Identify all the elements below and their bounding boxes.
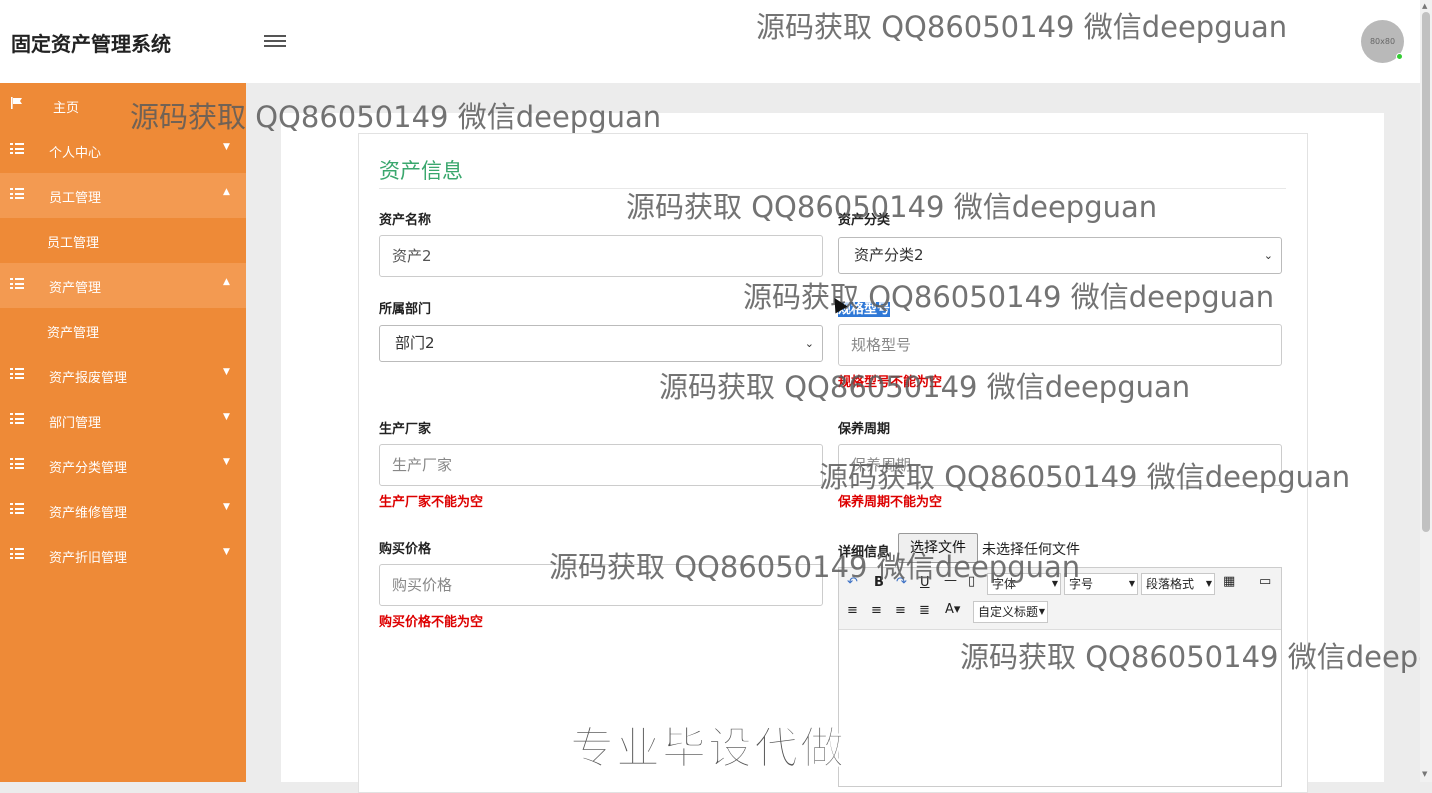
online-status-dot: [1396, 53, 1403, 60]
sidebar-item-label: 个人中心: [49, 146, 102, 161]
sidebar-subitem-employee-mgmt[interactable]: 员工管理: [0, 218, 246, 263]
grid-icon: [10, 413, 24, 425]
sidebar-item-label: 资产折旧管理: [49, 551, 128, 566]
sidebar-item-asset-category[interactable]: 资产分类管理 ▼: [0, 443, 246, 488]
grid-icon: [10, 368, 24, 380]
caret-down-icon: ▼: [223, 367, 230, 377]
page-title: 资产信息: [379, 159, 463, 183]
sidebar-item-asset-depreciation[interactable]: 资产折旧管理 ▼: [0, 533, 246, 578]
sidebar-item-label: 资产报废管理: [49, 371, 128, 386]
align-right-icon[interactable]: ≡: [871, 603, 882, 618]
caret-up-icon: ▲: [223, 277, 230, 287]
horizontal-rule-icon[interactable]: —: [944, 573, 957, 588]
grid-icon: [10, 188, 24, 200]
maintenance-input[interactable]: 保养周期: [838, 444, 1282, 486]
scrollbar-thumb[interactable]: [1422, 12, 1430, 532]
caret-down-icon: ▼: [223, 412, 230, 422]
grid-icon: [10, 143, 24, 155]
choose-file-button[interactable]: 选择文件: [898, 533, 978, 563]
manufacturer-input[interactable]: 生产厂家: [379, 444, 823, 486]
sidebar-item-label: 资产管理: [49, 281, 102, 296]
preview-icon[interactable]: ▭: [1259, 574, 1271, 589]
caret-down-icon: ▼: [1128, 579, 1135, 588]
paragraph-select[interactable]: 段落格式 ▼: [1141, 573, 1215, 595]
page-icon[interactable]: ▯: [968, 574, 975, 589]
grid-icon: [10, 503, 24, 515]
sidebar-item-label: 资产维修管理: [49, 506, 128, 521]
sidebar-subitem-asset-mgmt[interactable]: 资产管理: [0, 308, 246, 353]
chevron-down-icon: ⌄: [1263, 249, 1273, 262]
chevron-down-icon: ⌄: [804, 337, 814, 350]
manufacturer-label: 生产厂家: [379, 422, 432, 437]
asset-category-value: 资产分类2: [854, 246, 924, 264]
align-justify-icon[interactable]: ≣: [919, 603, 930, 618]
custom-title-value: 自定义标题: [978, 605, 1039, 619]
caret-down-icon: ▼: [1051, 579, 1058, 588]
font-family-value: 字体: [992, 577, 1017, 591]
sidebar-item-label: 员工管理: [49, 191, 102, 206]
font-color-icon[interactable]: A▾: [945, 602, 960, 617]
detail-label: 详细信息: [838, 545, 891, 560]
custom-title-select[interactable]: 自定义标题 ▼: [973, 601, 1048, 623]
scroll-down-icon[interactable]: ▼: [1422, 770, 1427, 778]
grid-icon: [10, 548, 24, 560]
flag-icon: [11, 97, 22, 109]
scroll-up-icon[interactable]: ▲: [1422, 2, 1427, 10]
undo-icon[interactable]: ↶: [847, 575, 858, 590]
asset-category-select[interactable]: 资产分类2 ⌄: [838, 237, 1282, 274]
sidebar-item-label: 员工管理: [47, 236, 100, 251]
page-scrollbar[interactable]: ▲ ▼: [1420, 0, 1432, 782]
model-input[interactable]: 规格型号: [838, 324, 1282, 366]
sidebar-item-department-mgmt[interactable]: 部门管理 ▼: [0, 398, 246, 443]
caret-down-icon: ▼: [1205, 579, 1212, 588]
font-family-select[interactable]: 字体 ▼: [987, 573, 1061, 595]
align-center-icon[interactable]: ≡: [895, 603, 906, 618]
align-left-icon[interactable]: ≡: [847, 603, 858, 618]
sidebar-item-asset-scrap[interactable]: 资产报废管理 ▼: [0, 353, 246, 398]
caret-down-icon: ▼: [223, 547, 230, 557]
grid-icon: [10, 458, 24, 470]
sidebar-item-personal-center[interactable]: 个人中心 ▼: [0, 128, 246, 173]
sidebar-item-employee-mgmt[interactable]: 员工管理 ▲: [0, 173, 246, 218]
promo-banner: 专业毕设代做: [570, 723, 846, 775]
top-bar: 固定资产管理系统 80x80: [0, 0, 1420, 83]
price-error: 购买价格不能为空: [379, 615, 484, 630]
table-icon[interactable]: ▦: [1223, 574, 1235, 589]
sidebar-item-label: 资产管理: [47, 326, 100, 341]
sidebar-item-label: 部门管理: [49, 416, 102, 431]
grid-icon: [10, 278, 24, 290]
title-divider: [379, 188, 1286, 189]
file-status-text: 未选择任何文件: [982, 542, 1080, 558]
price-input[interactable]: 购买价格: [379, 564, 823, 606]
caret-down-icon: ▼: [223, 502, 230, 512]
font-size-select[interactable]: 字号 ▼: [1064, 573, 1138, 595]
sidebar-item-home[interactable]: 主页: [0, 83, 246, 128]
menu-toggle-icon[interactable]: [264, 32, 286, 50]
department-value: 部门2: [395, 334, 435, 352]
caret-down-icon: ▼: [223, 142, 230, 152]
caret-down-icon: ▼: [1038, 607, 1045, 616]
caret-up-icon: ▲: [223, 187, 230, 197]
redo-icon[interactable]: ↷: [896, 575, 907, 590]
app-title: 固定资产管理系统: [11, 32, 171, 56]
maintenance-error: 保养周期不能为空: [838, 495, 943, 510]
price-label: 购买价格: [379, 542, 432, 557]
sidebar-item-label: 资产分类管理: [49, 461, 128, 476]
manufacturer-error: 生产厂家不能为空: [379, 495, 484, 510]
department-select[interactable]: 部门2 ⌄: [379, 325, 823, 362]
maintenance-label: 保养周期: [838, 422, 891, 437]
underline-icon[interactable]: U: [920, 575, 930, 590]
paragraph-value: 段落格式: [1146, 577, 1195, 591]
caret-down-icon: ▼: [223, 457, 230, 467]
bold-icon[interactable]: B: [874, 575, 884, 590]
asset-name-label: 资产名称: [379, 213, 432, 228]
sidebar-item-asset-mgmt[interactable]: 资产管理 ▲: [0, 263, 246, 308]
asset-category-label: 资产分类: [838, 213, 891, 228]
font-size-value: 字号: [1069, 577, 1094, 591]
asset-name-input[interactable]: 资产2: [379, 235, 823, 277]
sidebar-item-label: 主页: [53, 101, 80, 116]
department-label: 所属部门: [379, 302, 432, 317]
sidebar-item-asset-repair[interactable]: 资产维修管理 ▼: [0, 488, 246, 533]
model-error: 规格型号不能为空: [838, 375, 943, 390]
